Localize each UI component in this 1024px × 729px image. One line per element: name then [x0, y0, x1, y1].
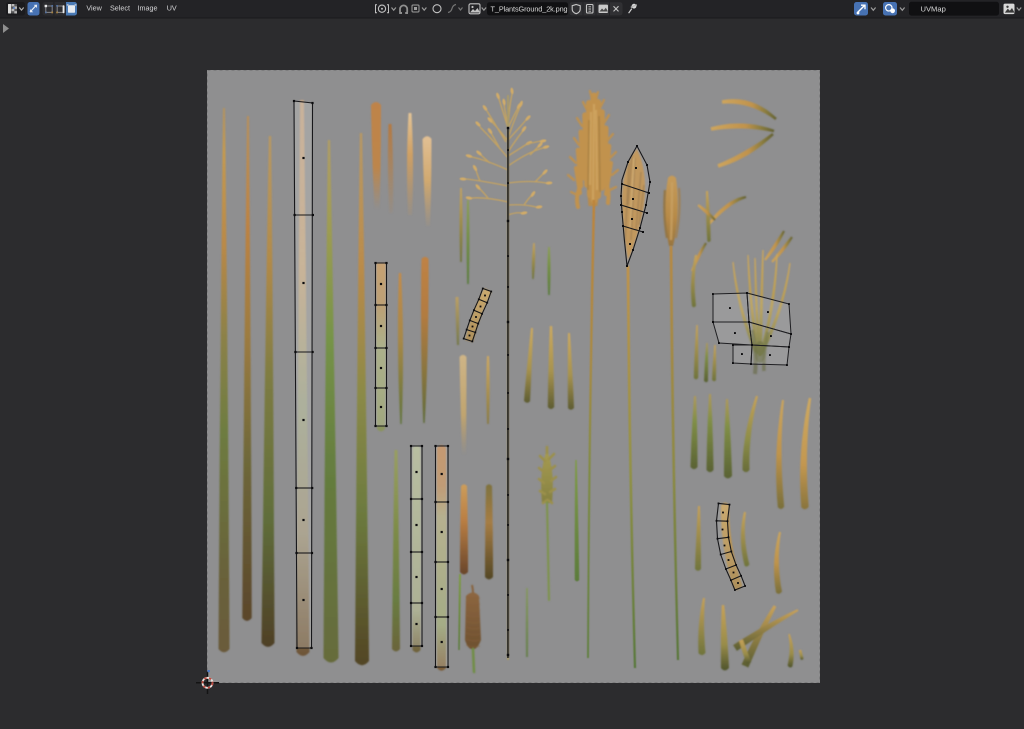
- svg-text:Select: Select: [110, 4, 130, 13]
- svg-text:View: View: [86, 4, 102, 13]
- svg-text:UVMap: UVMap: [921, 5, 946, 14]
- svg-text:UV: UV: [167, 4, 177, 13]
- svg-text:T_PlantsGround_2k.png: T_PlantsGround_2k.png: [491, 4, 568, 13]
- svg-text:Image: Image: [138, 4, 158, 13]
